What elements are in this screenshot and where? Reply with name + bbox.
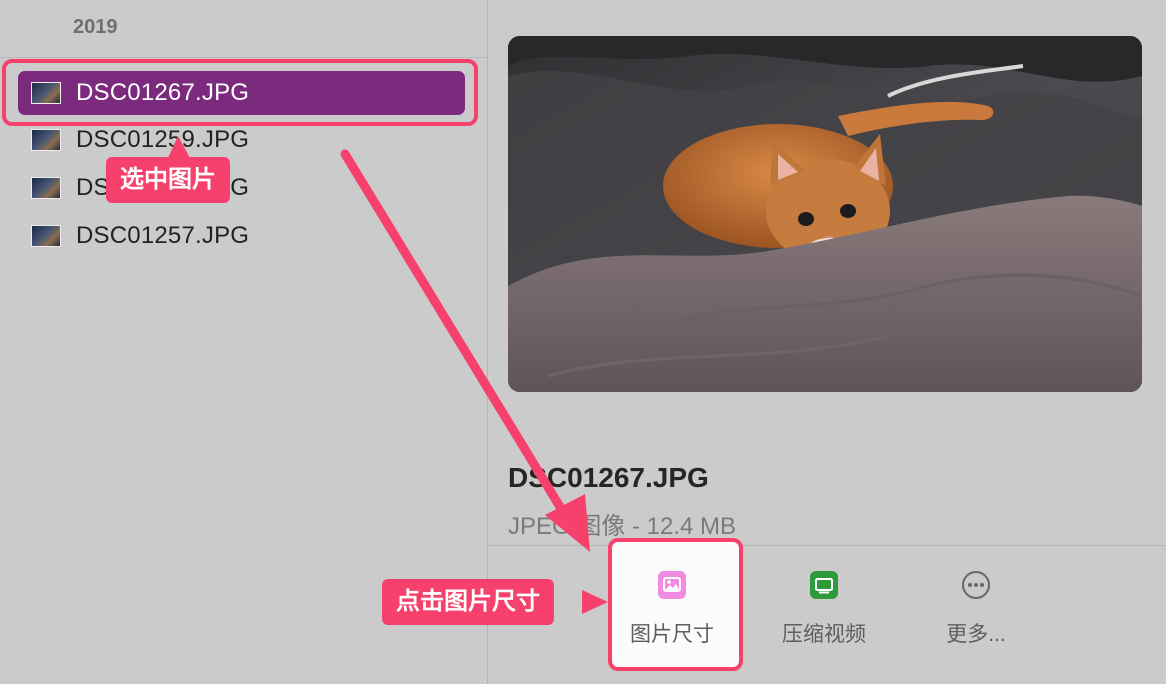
- click-image-size-callout: 点击图片尺寸: [382, 579, 554, 625]
- more-button[interactable]: 更多...: [916, 570, 1036, 648]
- cat-photo: [508, 36, 1142, 392]
- file-thumbnail: [31, 225, 61, 247]
- compress-video-button[interactable]: 压缩视频: [764, 570, 884, 648]
- compress-video-label: 压缩视频: [782, 623, 866, 646]
- file-thumbnail: [31, 129, 61, 151]
- select-image-callout: 选中图片: [106, 157, 230, 203]
- preview-file-info: JPEG 图像 - 12.4 MB: [508, 513, 737, 540]
- actions-divider: [488, 545, 1166, 546]
- file-row[interactable]: DSC01257.JPG: [18, 214, 465, 258]
- section-divider: [0, 57, 487, 58]
- preview-pane: DSC01267.JPG JPEG 图像 - 12.4 MB 图片尺寸 压缩视频: [488, 0, 1166, 684]
- year-section-header: 2019: [73, 16, 118, 38]
- file-row[interactable]: DSC01258.JPG: [18, 166, 465, 210]
- image-size-button-highlighted[interactable]: 图片尺寸: [612, 570, 732, 648]
- more-label: 更多...: [946, 623, 1006, 646]
- video-compress-icon: [809, 570, 839, 600]
- preview-file-name: DSC01267.JPG: [508, 462, 709, 493]
- image-size-label: 图片尺寸: [630, 623, 714, 646]
- image-icon: [657, 570, 687, 600]
- file-name: DSC01259.JPG: [76, 126, 250, 153]
- file-name: DSC01257.JPG: [76, 222, 250, 249]
- preview-image: [508, 36, 1142, 392]
- selected-file-highlight: [2, 59, 478, 126]
- file-thumbnail: [31, 177, 61, 199]
- more-icon: [961, 570, 991, 600]
